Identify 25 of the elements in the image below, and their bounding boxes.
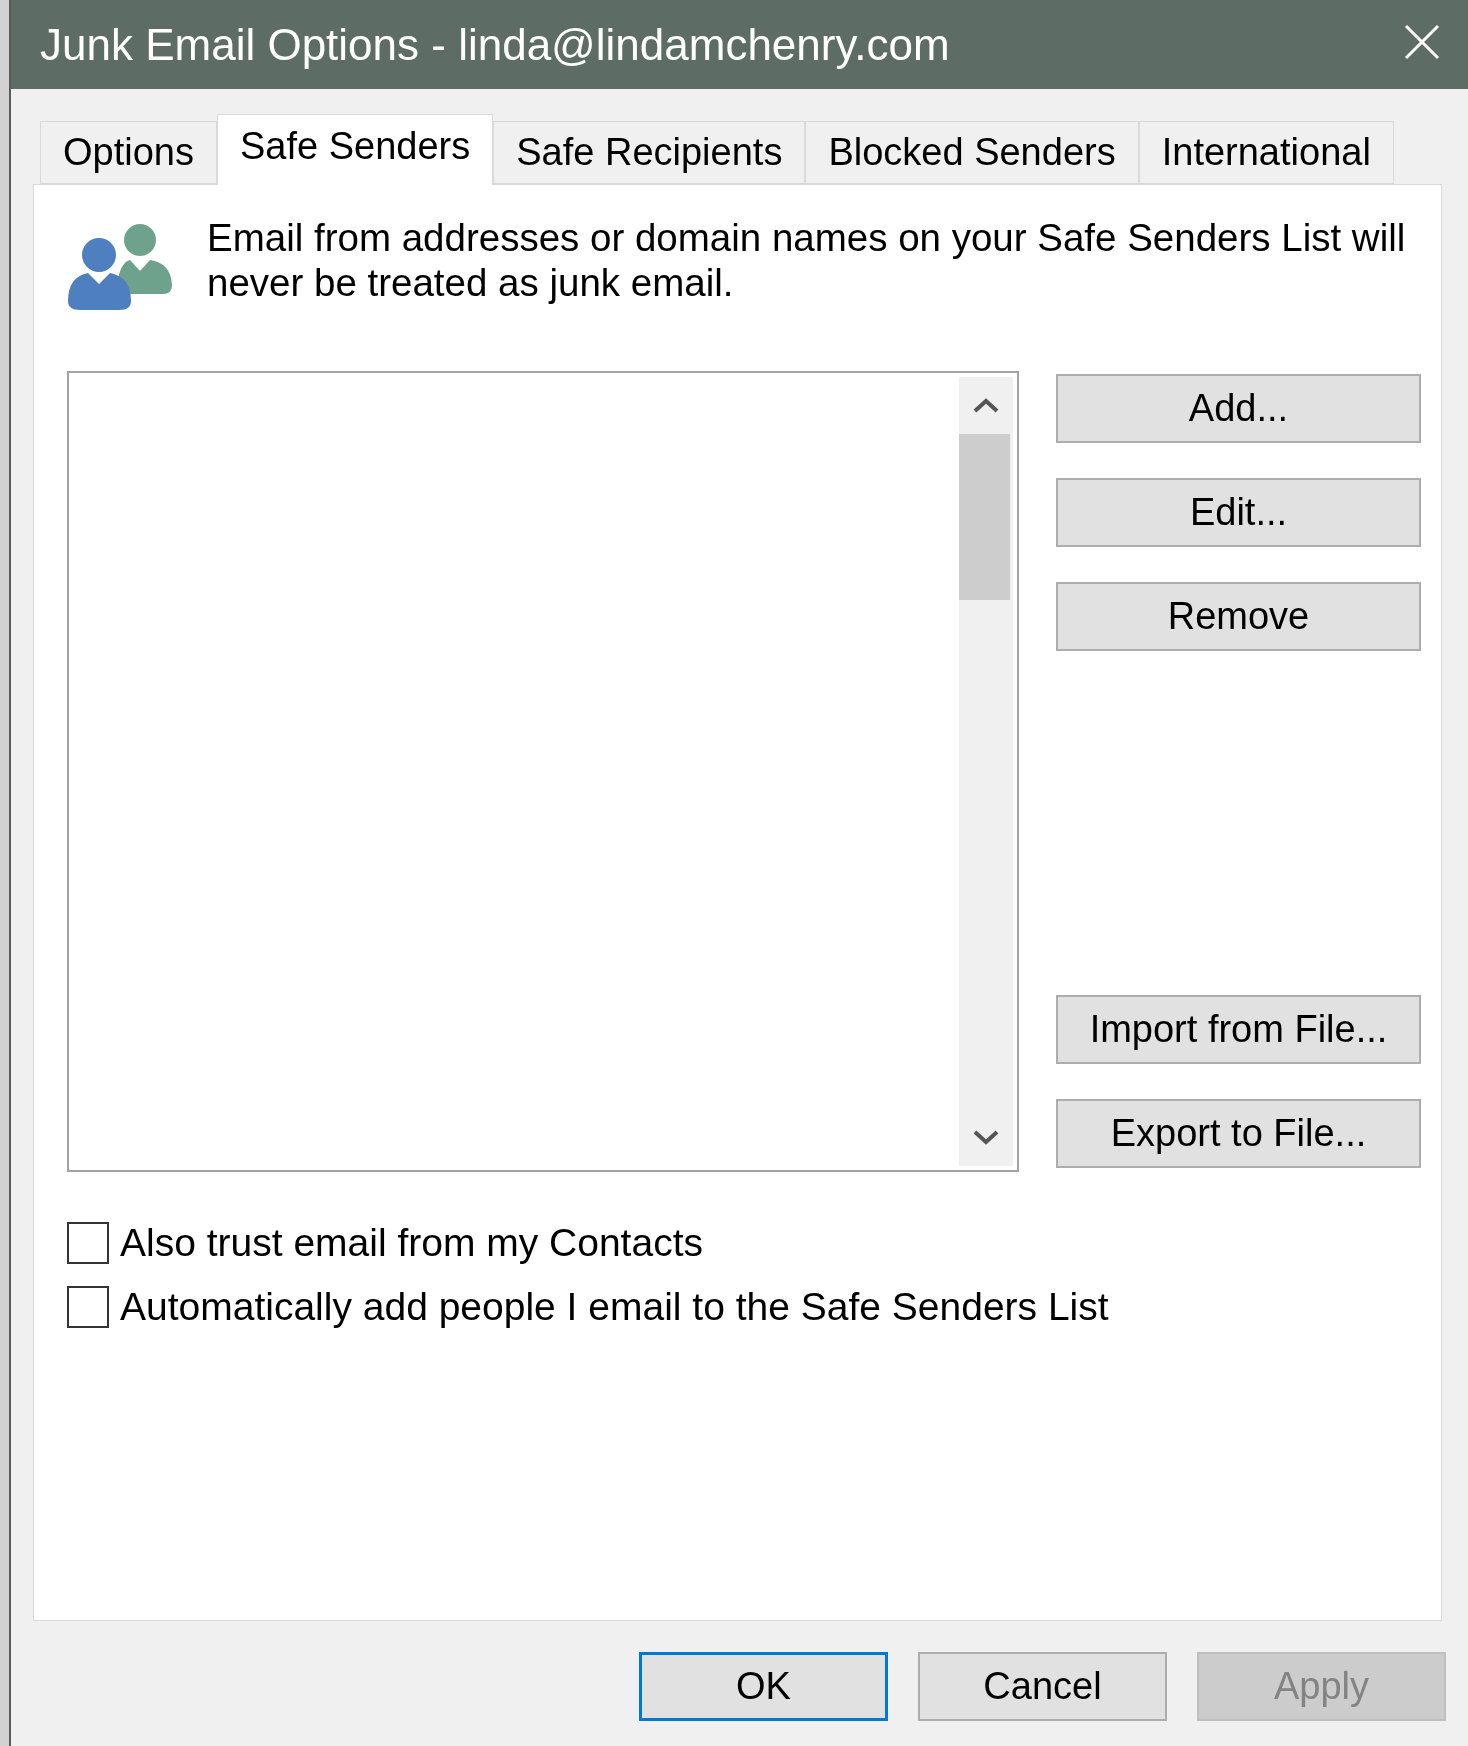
window-title: Junk Email Options - linda@lindamchenry.com [40,19,950,70]
dialog-button[interactable]: OK [639,1652,888,1721]
close-icon [1404,23,1440,60]
scrollbar-track[interactable] [959,377,1013,1166]
list-action-button[interactable]: Add... [1056,374,1421,443]
chevron-down-icon[interactable] [973,1130,999,1145]
file-action-button[interactable]: Export to File... [1056,1099,1421,1168]
close-button[interactable] [1404,23,1440,60]
list-action-button[interactable]: Edit... [1056,478,1421,547]
checkbox-label[interactable]: Automatically add people I email to the Safe Senders List [120,1285,1109,1329]
checkbox[interactable] [67,1222,109,1264]
chevron-up-icon[interactable] [973,398,999,413]
scrollbar-thumb[interactable] [959,434,1010,600]
tab[interactable]: Safe Senders [216,114,494,185]
tab[interactable]: Blocked Senders [805,121,1139,184]
list-action-button[interactable]: Remove [1056,582,1421,651]
description-text: Email from addresses or domain names on your Safe Senders List will never be treated as junk email. [207,215,1407,305]
checkbox-label[interactable]: Also trust email from my Contacts [120,1221,703,1265]
tab[interactable]: Options [40,121,217,184]
tab[interactable]: Safe Recipients [493,121,806,184]
file-action-button[interactable]: Import from File... [1056,995,1421,1064]
people-icon [67,223,173,311]
tab[interactable]: International [1138,121,1394,184]
checkbox[interactable] [67,1286,109,1328]
dialog-button[interactable]: Cancel [918,1652,1167,1721]
